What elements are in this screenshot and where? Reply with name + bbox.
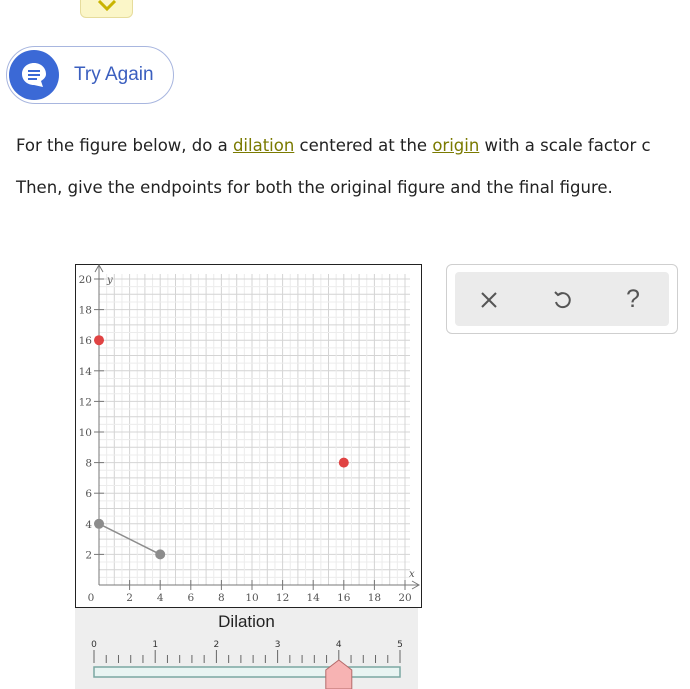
slider-track[interactable]: [93, 666, 401, 678]
help-label: ?: [626, 285, 640, 313]
x-tick-label: 10: [245, 592, 258, 604]
chevron-down-icon: [97, 0, 117, 11]
slider-label: 5: [397, 640, 403, 650]
collapse-chevron-button[interactable]: [80, 0, 133, 18]
slider-label: 3: [275, 640, 281, 650]
x-tick-label: 0: [88, 592, 95, 604]
x-tick-label: 20: [398, 592, 411, 604]
slider-label: 2: [214, 640, 220, 650]
undo-icon: [554, 290, 571, 308]
help-button[interactable]: ?: [613, 272, 653, 326]
clear-button[interactable]: [469, 272, 509, 326]
dilation-slider-panel: Dilation 012345: [75, 608, 418, 689]
try-again-button[interactable]: Try Again: [6, 46, 174, 104]
question-text: centered at the: [294, 136, 433, 155]
y-tick-label: 10: [79, 427, 92, 439]
slider-label: 4: [336, 640, 342, 650]
origin-link[interactable]: origin: [432, 136, 479, 155]
dilation-link[interactable]: dilation: [233, 136, 294, 155]
x-tick-label: 16: [337, 592, 351, 604]
y-tick-label: 8: [85, 458, 92, 470]
dilation-slider[interactable]: 0 1 2 3 4 5: [75, 608, 418, 689]
slider-label: 1: [152, 640, 158, 650]
y-tick-label: 16: [79, 335, 93, 347]
x-tick-label: 6: [187, 592, 194, 604]
x-axis-label: x: [409, 569, 415, 580]
try-again-label: Try Again: [74, 64, 154, 85]
x-tick-label: 12: [276, 592, 289, 604]
undo-button[interactable]: [543, 272, 583, 326]
x-tick-label: 18: [368, 592, 381, 604]
y-tick-label: 14: [79, 366, 93, 378]
y-tick-label: 20: [79, 274, 92, 286]
coordinate-graph[interactable]: 0 2 4 6 8 10 12 14 16 18 20 2 4 6 8 10 12 14 16 18 20 x y: [75, 264, 422, 610]
x-tick-label: 4: [157, 592, 164, 604]
y-tick-label: 2: [85, 549, 92, 561]
graph-tools-bar: ?: [455, 272, 669, 326]
question-text: For the figure below, do a: [16, 136, 233, 155]
y-tick-label: 18: [79, 305, 92, 317]
slider-label: 0: [91, 640, 97, 650]
chat-bubble-icon: [9, 50, 59, 100]
question-text: with a scale factor c: [479, 136, 651, 155]
y-tick-label: 6: [85, 488, 92, 500]
y-tick-label: 4: [85, 519, 92, 531]
y-tick-label: 12: [79, 396, 92, 408]
x-tick-label: 8: [218, 592, 225, 604]
graph-point[interactable]: [94, 335, 104, 346]
slider-thumb[interactable]: [325, 659, 353, 689]
graph-tools-panel: ?: [446, 264, 678, 334]
x-tick-label: 2: [126, 592, 133, 604]
question-line-2: Then, give the endpoints for both the or…: [16, 178, 613, 197]
graph-point[interactable]: [155, 549, 166, 560]
graph-point[interactable]: [94, 518, 104, 529]
x-tick-label: 14: [307, 592, 321, 604]
close-icon: [481, 291, 497, 308]
graph-point[interactable]: [338, 457, 349, 468]
y-axis-label: y: [106, 275, 113, 286]
question-line-1: For the figure below, do a dilation cent…: [16, 136, 651, 155]
